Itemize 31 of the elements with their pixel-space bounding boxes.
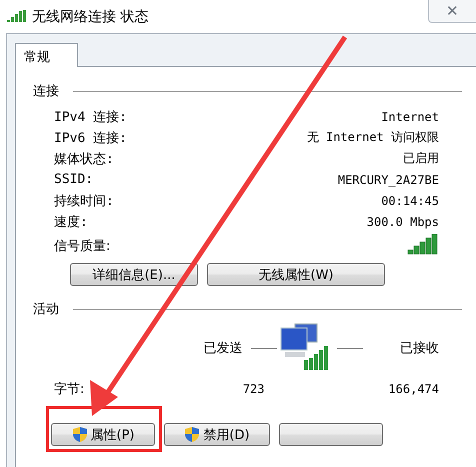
window-title: 无线网络连接 状态 <box>32 8 148 26</box>
group-heading: 连接 <box>33 83 59 100</box>
dialog-button[interactable]: 禁用(D) <box>164 423 270 446</box>
dialog-button[interactable]: 属性(P) <box>51 423 155 446</box>
tab[interactable]: 常规 <box>15 43 78 67</box>
field-label: IPv4 连接: <box>54 108 127 126</box>
field-label: 媒体状态: <box>54 150 114 168</box>
close-button[interactable]: ✕ <box>428 0 476 23</box>
bytes-received: 166,474 <box>387 382 439 396</box>
signal-icon <box>7 10 27 24</box>
field-label: 速度: <box>54 214 88 230</box>
field-value: 300.0 Mbps <box>366 214 439 228</box>
field-label: IPv6 连接: <box>54 130 127 146</box>
details-button[interactable]: 详细信息(E)... <box>70 263 198 286</box>
shield-icon <box>72 426 88 443</box>
bytes-sent: 723 <box>242 382 266 396</box>
group-heading: 活动 <box>33 301 59 318</box>
wireless-properties-button[interactable]: 无线属性(W) <box>207 263 385 286</box>
field-label: 字节: <box>54 381 86 398</box>
sent-label: 已发送 <box>204 340 242 357</box>
field-value: 00:14:45 <box>381 194 439 208</box>
field-value: MERCURY_2A27BE <box>338 172 439 186</box>
field-label: 信号质量: <box>54 238 110 255</box>
field-value: 已启用 <box>403 150 439 167</box>
field-label: 持续时间: <box>54 192 114 210</box>
received-label: 已接收 <box>400 340 439 357</box>
field-label: SSID: <box>54 172 94 187</box>
field-value: Internet <box>381 110 439 124</box>
shield-icon <box>184 426 200 443</box>
field-value: 无 Internet 访问权限 <box>306 129 439 146</box>
blank-button[interactable] <box>279 423 383 446</box>
